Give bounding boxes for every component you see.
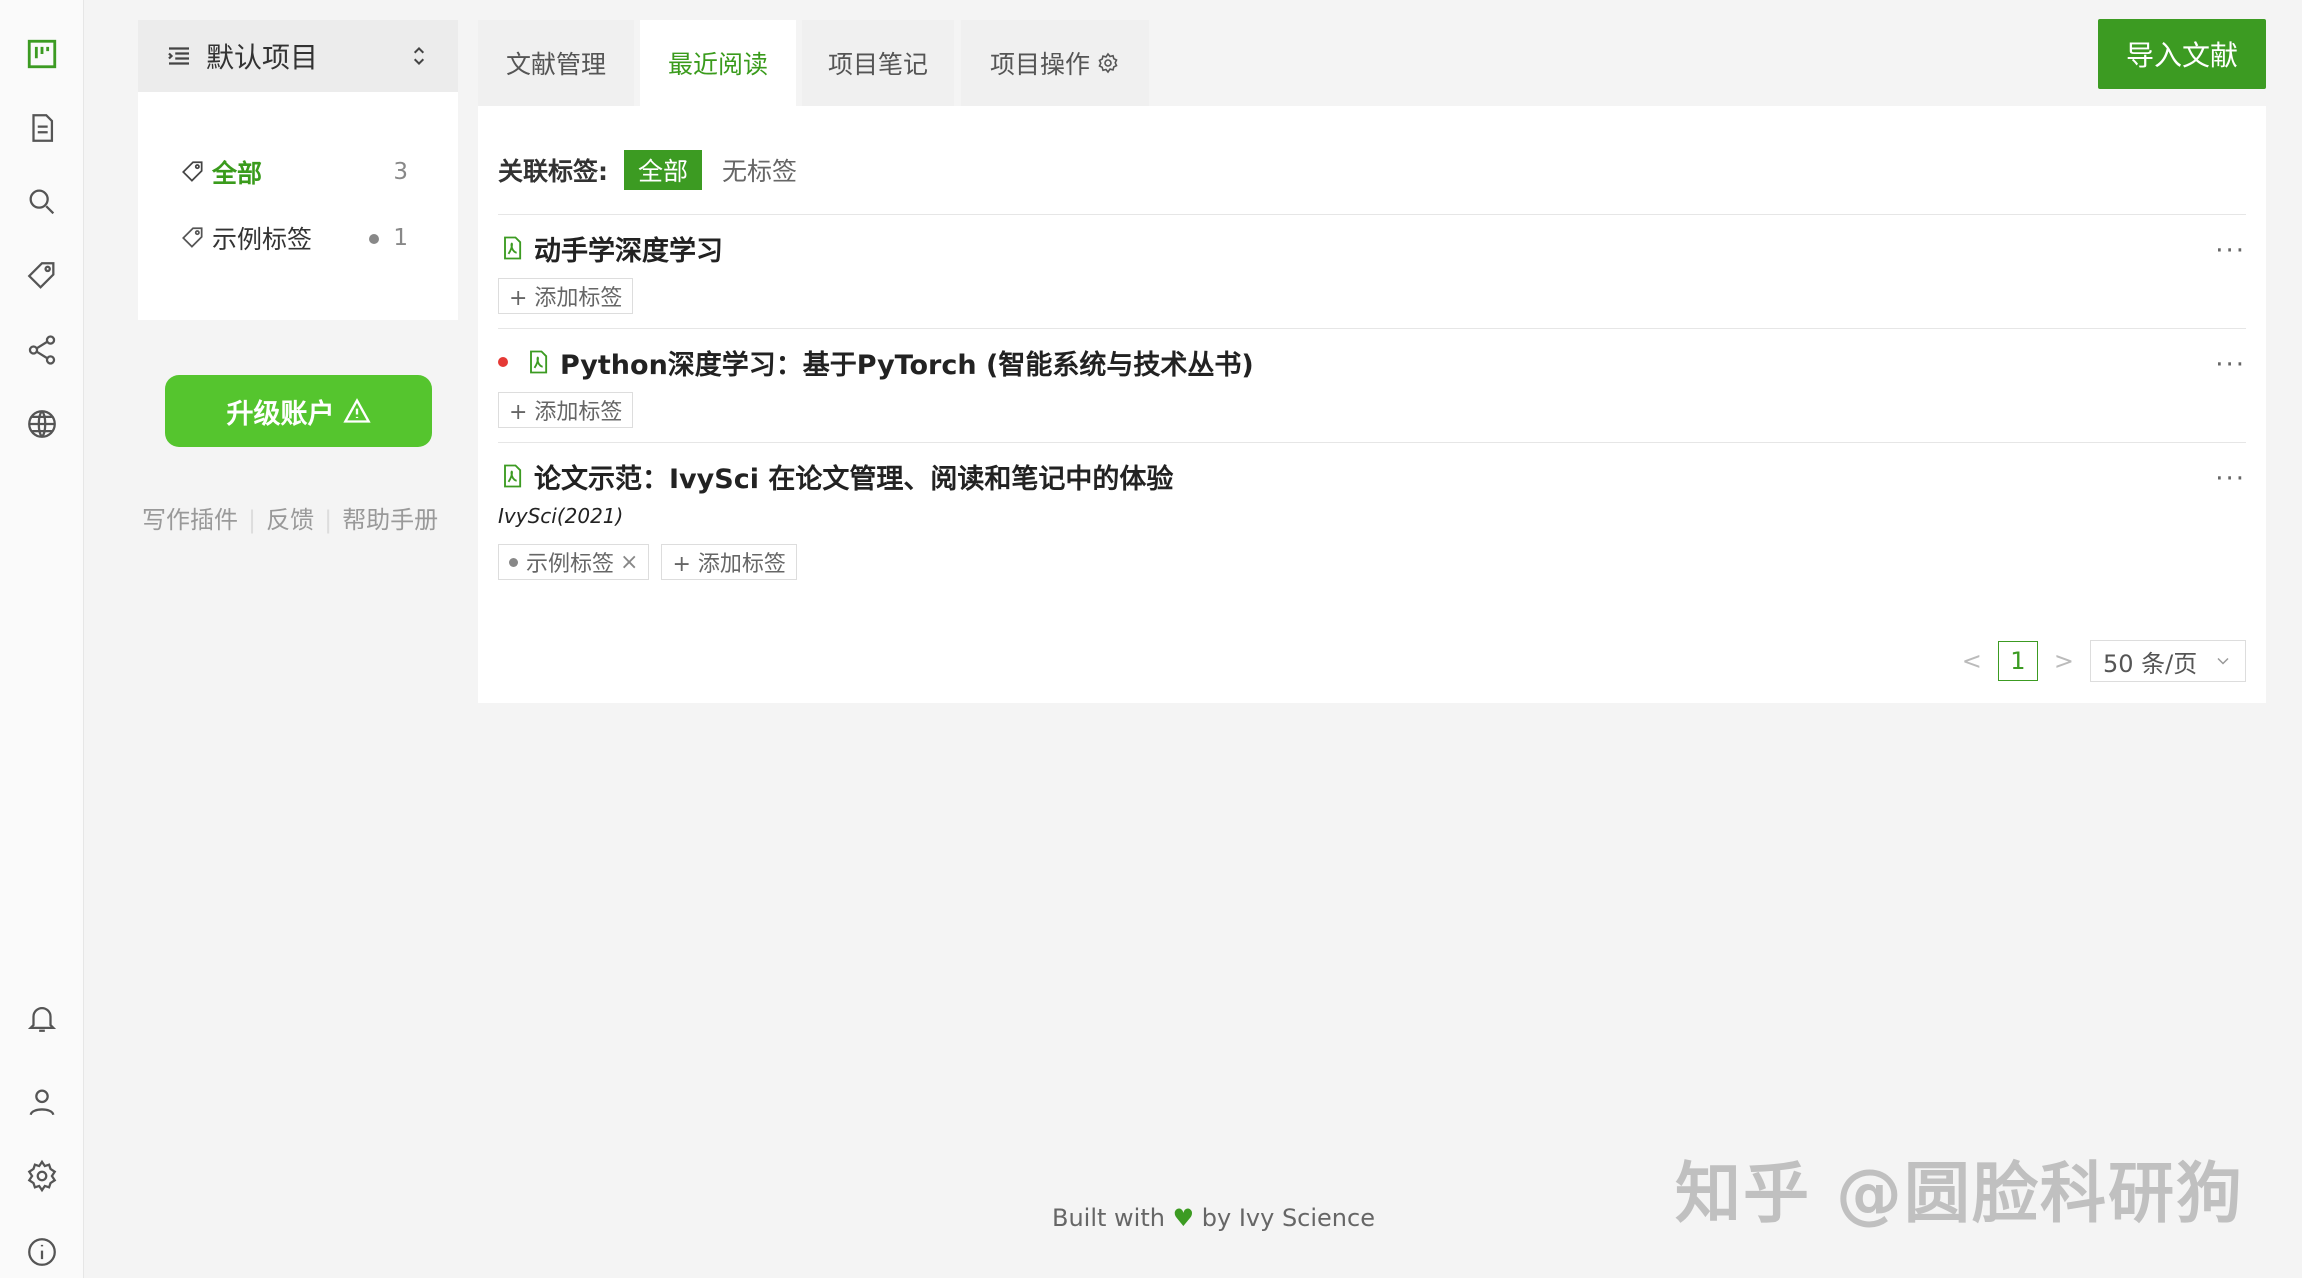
tag-label: 示例标签 (212, 225, 313, 254)
tab-library[interactable]: 文献管理 (478, 20, 634, 106)
tab-project-actions[interactable]: 项目操作 (961, 20, 1149, 106)
more-options-button[interactable]: ··· (2215, 464, 2246, 494)
document-row[interactable]: Python深度学习：基于PyTorch (智能系统与技术丛书) ··· + 添… (498, 342, 2246, 428)
footer-links: 写作插件 | 反馈 | 帮助手册 (142, 506, 439, 534)
built-with-footer: Built with ♥ by Ivy Science (1052, 1204, 1375, 1232)
upgrade-account-button[interactable]: 升级账户 (165, 375, 432, 447)
tag-label: 全部 (212, 159, 263, 188)
import-literature-button[interactable]: 导入文献 (2098, 19, 2266, 89)
tag-filter-example[interactable]: 示例标签 1 (180, 218, 408, 258)
info-icon[interactable] (22, 1232, 62, 1272)
pagination: < 1 > 50 条/页 (1962, 640, 2246, 682)
divider (498, 328, 2246, 329)
user-icon[interactable] (22, 1082, 62, 1122)
share-icon[interactable] (22, 330, 62, 370)
more-options-button[interactable]: ··· (2215, 236, 2246, 266)
divider (498, 442, 2246, 443)
document-title[interactable]: 动手学深度学习 (534, 229, 723, 268)
help-manual-link[interactable]: 帮助手册 (342, 506, 438, 534)
project-selector[interactable]: 默认项目 (138, 20, 458, 92)
tab-recent-reading[interactable]: 最近阅读 (640, 20, 796, 106)
filter-all[interactable]: 全部 (624, 150, 703, 190)
more-options-button[interactable]: ··· (2215, 350, 2246, 380)
watermark: 知乎 @圆脸科研狗 (1675, 1155, 2244, 1232)
add-tag-button[interactable]: + 添加标签 (498, 278, 634, 314)
document-row[interactable]: 论文示范：IvySci 在论文管理、阅读和笔记中的体验 ··· IvySci(2… (498, 456, 2246, 580)
add-tag-button[interactable]: + 添加标签 (661, 544, 797, 580)
globe-icon[interactable] (22, 404, 62, 444)
settings-icon[interactable] (22, 1156, 62, 1196)
warning-icon (342, 398, 371, 423)
dashboard-icon[interactable] (22, 34, 62, 74)
document-title[interactable]: 论文示范：IvySci 在论文管理、阅读和笔记中的体验 (534, 457, 1173, 496)
page-size-select[interactable]: 50 条/页 (2090, 640, 2246, 682)
tag-icon (182, 227, 203, 248)
chevron-updown-icon (413, 47, 425, 65)
pdf-file-icon (530, 350, 548, 374)
bell-icon[interactable] (22, 998, 62, 1038)
pdf-file-icon (504, 236, 522, 260)
document-icon[interactable] (22, 108, 62, 148)
chevron-down-icon (2217, 657, 2229, 665)
tag-count: 1 (369, 225, 408, 251)
gear-icon (1098, 52, 1118, 74)
tag-icon (182, 161, 203, 182)
add-tag-button[interactable]: + 添加标签 (498, 392, 634, 428)
tag-filter-bar: 关联标签: 全部 无标签 (498, 150, 797, 190)
tag-color-dot (369, 233, 380, 244)
tag-filter-all[interactable]: 全部 3 (180, 152, 408, 192)
filter-label: 关联标签: (498, 157, 608, 186)
feedback-link[interactable]: 反馈 (266, 506, 314, 534)
divider (498, 214, 2246, 215)
icon-rail (0, 0, 84, 1278)
pdf-file-icon (504, 464, 522, 488)
tag-count: 3 (393, 159, 408, 185)
tag-chip: 示例标签 × (498, 544, 650, 580)
project-title: 默认项目 (206, 41, 319, 74)
recent-reading-panel: 关联标签: 全部 无标签 动手学深度学习 ··· + 添加标签 Python深度… (478, 106, 2266, 703)
tag-color-dot (509, 557, 518, 567)
tab-project-notes[interactable]: 项目笔记 (802, 20, 954, 106)
document-row[interactable]: 动手学深度学习 ··· + 添加标签 (498, 228, 2246, 314)
search-icon[interactable] (22, 182, 62, 222)
document-title[interactable]: Python深度学习：基于PyTorch (智能系统与技术丛书) (560, 343, 1254, 382)
document-source: IvySci(2021) (498, 504, 624, 528)
tag-icon[interactable] (22, 256, 62, 296)
prev-page-button[interactable]: < (1962, 647, 1982, 675)
filter-untagged[interactable]: 无标签 (722, 152, 797, 188)
unread-dot (498, 357, 508, 367)
project-panel: 默认项目 全部 3 示例标签 1 (138, 20, 458, 320)
remove-tag-icon[interactable]: × (620, 550, 638, 575)
menu-icon (168, 47, 189, 65)
page-number-current[interactable]: 1 (1997, 641, 2038, 681)
heart-icon: ♥ (1172, 1204, 1195, 1232)
next-page-button[interactable]: > (2054, 647, 2074, 675)
writing-plugin-link[interactable]: 写作插件 (142, 506, 238, 534)
